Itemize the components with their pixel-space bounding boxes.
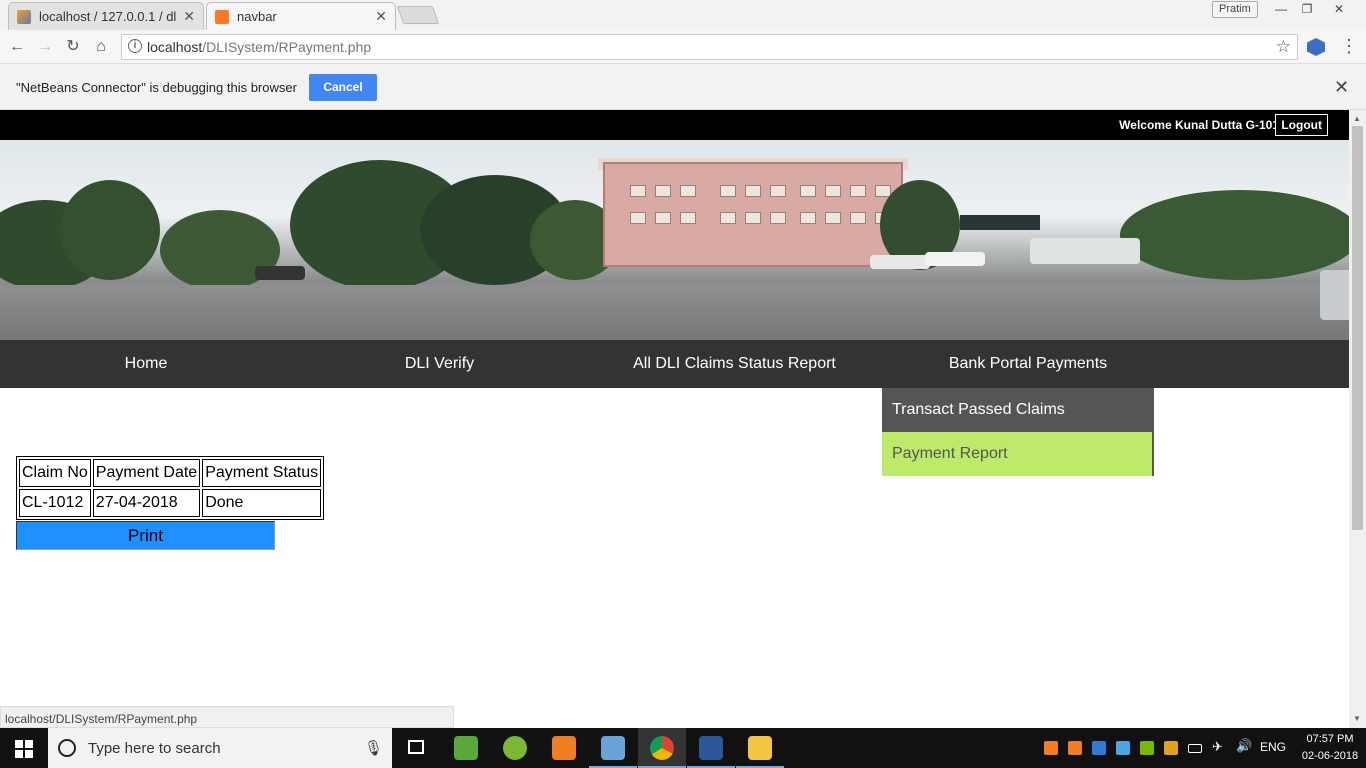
clock-date: 02-06-2018 (1301, 750, 1359, 762)
debug-infobar: "NetBeans Connector" is debugging this b… (0, 64, 1366, 110)
airplane-mode-icon[interactable]: ✈ (1212, 739, 1226, 754)
taskbar-app-word[interactable] (687, 728, 735, 768)
windows-logo-icon (15, 740, 33, 758)
nvidia-tray-icon[interactable] (1140, 741, 1154, 755)
tab-title: navbar (237, 9, 277, 24)
nav-bank-portal-payments[interactable]: Bank Portal Payments (882, 340, 1174, 388)
payment-table: Claim No Payment Date Payment Status CL-… (16, 456, 325, 520)
column-header: Payment Status (202, 459, 322, 487)
status-bubble: localhost/DLISystem/RPayment.php (0, 706, 454, 728)
utorrent-icon (503, 736, 527, 760)
back-icon[interactable]: ← (6, 37, 28, 57)
cancel-debug-button[interactable]: Cancel (309, 74, 377, 101)
security-tray-icon[interactable] (1164, 741, 1178, 755)
scroll-up-icon[interactable]: ▲ (1353, 114, 1361, 123)
taskbar-search[interactable]: Type here to search 🎙 (48, 728, 392, 768)
menu-item-payment-report[interactable]: Payment Report (882, 432, 1154, 476)
scroll-down-icon[interactable]: ▼ (1353, 714, 1361, 723)
xampp-icon (552, 736, 576, 760)
menu-icon[interactable]: ⋮ (1340, 36, 1358, 57)
volume-icon[interactable]: 🔊 (1236, 738, 1252, 753)
table-cell: 27-04-2018 (92, 489, 201, 517)
profile-button[interactable]: Pratim (1212, 1, 1258, 18)
tab-title: localhost / 127.0.0.1 / dli: (39, 9, 178, 24)
taskbar-app-virtualbox[interactable] (589, 728, 637, 768)
word-icon (699, 736, 723, 760)
print-button[interactable]: Print (16, 521, 275, 550)
battery-icon[interactable] (1188, 744, 1202, 753)
start-button[interactable] (0, 728, 48, 768)
info-icon[interactable]: i (128, 39, 142, 53)
scrollbar-thumb[interactable] (1352, 126, 1363, 530)
top-bar: Welcome Kunal Dutta G-101 Logout (0, 110, 1349, 140)
browser-toolbar: ← → ↻ ⌂ i localhost/DLISystem/RPayment.p… (0, 30, 1366, 64)
url-text: localhost/DLISystem/RPayment.php (147, 39, 371, 55)
taskbar-app-utorrent[interactable] (491, 728, 539, 768)
url-host: localhost (147, 39, 203, 55)
xampp-control-tray-icon[interactable] (1068, 741, 1082, 755)
nav-home[interactable]: Home (0, 340, 292, 388)
virtualbox-icon (601, 736, 625, 760)
url-path: /DLISystem/RPayment.php (202, 39, 372, 55)
page-content: Welcome Kunal Dutta G-101 Logout Home DL… (0, 110, 1349, 708)
phpmyadmin-icon (17, 9, 31, 24)
menu-item-transact-passed-claims[interactable]: Transact Passed Claims (882, 388, 1154, 432)
taskbar-app-xampp[interactable] (540, 728, 588, 768)
infobar-message: "NetBeans Connector" is debugging this b… (16, 80, 297, 95)
microphone-icon[interactable]: 🎙 (364, 739, 383, 757)
forward-icon[interactable]: → (34, 37, 56, 57)
cortana-icon (58, 739, 76, 757)
chrome-icon (650, 736, 674, 760)
taskbar-app-explorer[interactable] (736, 728, 784, 768)
tab-navbar[interactable]: navbar ✕ (206, 2, 396, 30)
table-cell: Done (202, 489, 322, 517)
table-row: CL-1012 27-04-2018 Done (19, 489, 322, 517)
notes-app-icon (454, 736, 478, 760)
file-explorer-icon (748, 736, 772, 760)
home-icon[interactable]: ⌂ (90, 37, 112, 57)
page-scrollbar[interactable]: ▲ ▼ (1349, 110, 1366, 728)
language-indicator[interactable]: ENG (1260, 740, 1286, 754)
close-tab-icon[interactable]: ✕ (375, 8, 387, 25)
payments-dropdown: Transact Passed Claims Payment Report (882, 388, 1154, 476)
clock-time: 07:57 PM (1306, 733, 1354, 745)
windows-taskbar: Type here to search 🎙 ✈ 🔊 ENG 07:57 PM 0… (0, 728, 1366, 768)
table-header-row: Claim No Payment Date Payment Status (19, 459, 322, 487)
column-header: Claim No (19, 459, 91, 487)
task-view-icon (408, 740, 424, 754)
minimize-icon[interactable]: ― (1268, 0, 1294, 18)
close-infobar-icon[interactable]: ✕ (1334, 77, 1349, 98)
nav-claims-status-report[interactable]: All DLI Claims Status Report (587, 340, 882, 388)
app-tray-icon[interactable] (1116, 741, 1130, 755)
search-placeholder: Type here to search (88, 740, 221, 757)
extension-icon[interactable] (1307, 38, 1325, 56)
table-cell: CL-1012 (19, 489, 91, 517)
campus-banner-image (0, 140, 1349, 340)
bookmark-star-icon[interactable]: ☆ (1276, 37, 1291, 57)
restore-icon[interactable]: ❐ (1294, 0, 1320, 18)
nav-dli-verify[interactable]: DLI Verify (292, 340, 587, 388)
xampp-icon (215, 9, 229, 24)
tab-phpmyadmin[interactable]: localhost / 127.0.0.1 / dli: ✕ (8, 2, 204, 30)
reload-icon[interactable]: ↻ (62, 37, 84, 57)
welcome-text: Welcome Kunal Dutta G-101 (1119, 118, 1279, 132)
column-header: Payment Date (92, 459, 201, 487)
close-window-icon[interactable]: ✕ (1326, 0, 1352, 18)
address-bar[interactable]: i localhost/DLISystem/RPayment.php ☆ (121, 34, 1298, 60)
new-tab-button[interactable] (396, 6, 440, 24)
logout-button[interactable]: Logout (1275, 114, 1328, 136)
close-tab-icon[interactable]: ✕ (183, 8, 195, 25)
tab-strip: localhost / 127.0.0.1 / dli: ✕ navbar ✕ … (0, 0, 1366, 30)
network-drive-tray-icon[interactable] (1092, 741, 1106, 755)
taskbar-app-chrome[interactable] (638, 728, 686, 768)
main-nav: Home DLI Verify All DLI Claims Status Re… (0, 340, 1349, 388)
task-view-button[interactable] (392, 728, 440, 768)
system-clock[interactable]: 07:57 PM 02-06-2018 (1294, 731, 1366, 765)
xampp-tray-icon[interactable] (1044, 741, 1058, 755)
taskbar-app-notes[interactable] (442, 728, 490, 768)
